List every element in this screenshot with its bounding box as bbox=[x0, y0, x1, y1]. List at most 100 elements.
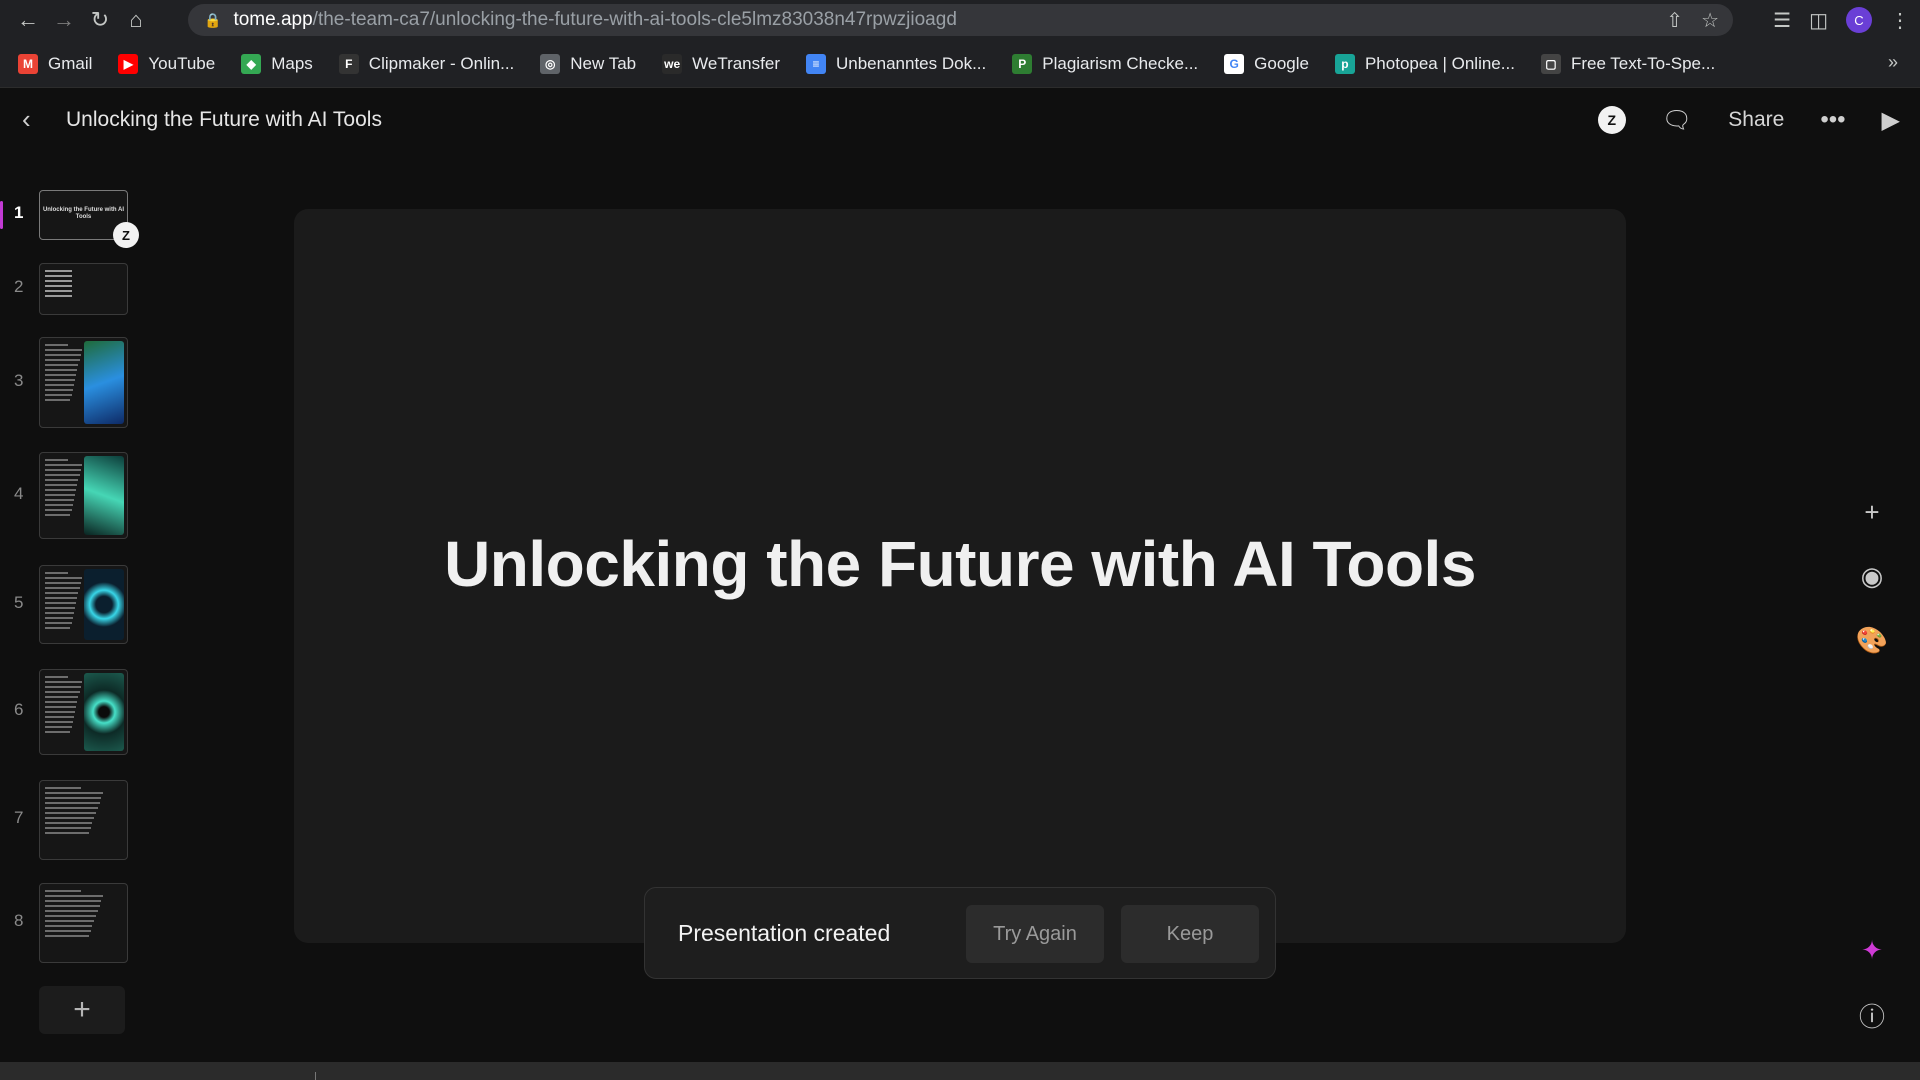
lock-icon: 🔒 bbox=[204, 11, 222, 28]
bookmarks-bar: M Gmail ▶ YouTube ◆ Maps F Clipmaker - Onlin...… bbox=[0, 40, 1920, 88]
gmail-icon: M bbox=[18, 53, 38, 74]
slide-number: 7 bbox=[14, 808, 24, 827]
collaborator-avatar[interactable]: Z bbox=[1597, 106, 1626, 134]
bookmark-label: Google bbox=[1254, 53, 1309, 73]
bookmark-label: Photopea | Online... bbox=[1364, 53, 1515, 73]
presentation-toast: Presentation created Try Again Keep bbox=[644, 887, 1276, 979]
bookmark-item[interactable]: P Plagiarism Checke... bbox=[1012, 53, 1199, 74]
bookmark-item[interactable]: p Photopea | Online... bbox=[1334, 53, 1515, 74]
document-title[interactable]: Unlocking the Future with AI Tools bbox=[66, 108, 382, 132]
forward-arrow-icon[interactable]: → bbox=[46, 2, 82, 38]
profile-avatar[interactable]: C bbox=[1846, 7, 1872, 33]
bookmark-label: Gmail bbox=[48, 53, 93, 73]
bookmark-label: Plagiarism Checke... bbox=[1042, 53, 1199, 73]
globe-icon: ◎ bbox=[540, 53, 561, 74]
bookmark-item[interactable]: ▢ Free Text-To-Spe... bbox=[1540, 53, 1716, 74]
slide-thumbnail[interactable] bbox=[39, 565, 128, 644]
google-icon: G bbox=[1224, 53, 1245, 74]
record-icon[interactable]: ◉ bbox=[1857, 561, 1887, 591]
share-button[interactable]: Share bbox=[1728, 108, 1784, 132]
add-slide-button[interactable]: + bbox=[39, 986, 125, 1034]
address-bar[interactable]: 🔒 tome.app/the-team-ca7/unlocking-the-fu… bbox=[188, 4, 1733, 36]
active-slide-indicator bbox=[0, 201, 3, 229]
wetransfer-icon: we bbox=[662, 53, 683, 74]
share-page-icon[interactable]: ⇧ bbox=[1666, 8, 1683, 33]
side-panel-icon[interactable]: ◫ bbox=[1809, 8, 1828, 33]
bookmark-label: Unbenanntes Dok... bbox=[835, 53, 987, 73]
thumbnail-image bbox=[84, 673, 124, 751]
bookmark-label: Clipmaker - Onlin... bbox=[368, 53, 515, 73]
slide-thumbnail[interactable] bbox=[39, 669, 128, 755]
thumbnail-image bbox=[84, 569, 124, 640]
thumbnail-text-lines bbox=[45, 572, 83, 632]
bookmark-item[interactable]: ▶ YouTube bbox=[118, 53, 216, 74]
url-host: tome.app bbox=[233, 9, 313, 30]
try-again-button[interactable]: Try Again bbox=[966, 905, 1104, 963]
slide-number: 1 bbox=[14, 203, 24, 222]
bookmark-star-icon[interactable]: ☆ bbox=[1701, 8, 1719, 33]
status-bar bbox=[0, 1062, 1920, 1080]
reload-icon[interactable]: ↻ bbox=[82, 2, 118, 38]
slide-thumbnail[interactable] bbox=[39, 780, 128, 860]
browser-toolbar: ← → ↻ ⌂ 🔒 tome.app/the-team-ca7/unlockin… bbox=[0, 0, 1920, 40]
toast-message: Presentation created bbox=[678, 920, 891, 946]
slide-thumbnail[interactable] bbox=[39, 337, 128, 428]
extensions-icon[interactable]: ☰ bbox=[1773, 8, 1791, 33]
bookmark-item[interactable]: G Google bbox=[1224, 53, 1309, 74]
thumbnail-text-lines bbox=[45, 787, 105, 837]
slide-thumbnail[interactable] bbox=[39, 883, 128, 963]
thumbnail-text-lines bbox=[45, 890, 105, 940]
bookmark-item[interactable]: ≡ Unbenanntes Dok... bbox=[805, 53, 987, 74]
maps-icon: ◆ bbox=[241, 53, 262, 74]
slide-number: 3 bbox=[14, 370, 24, 390]
back-chevron-icon[interactable]: ‹ bbox=[22, 106, 48, 132]
comment-icon[interactable]: 🗨 bbox=[1662, 106, 1692, 135]
tts-icon: ▢ bbox=[1540, 53, 1561, 74]
thumbnail-image bbox=[84, 456, 124, 535]
back-arrow-icon[interactable]: ← bbox=[10, 2, 46, 38]
bookmark-item[interactable]: M Gmail bbox=[18, 53, 93, 74]
slide-heading[interactable]: Unlocking the Future with AI Tools bbox=[294, 527, 1626, 601]
bookmark-label: Free Text-To-Spe... bbox=[1570, 53, 1716, 73]
thumbnail-text-lines bbox=[45, 459, 83, 519]
app-header: ‹ Unlocking the Future with AI Tools Z 🗨… bbox=[0, 88, 1920, 152]
slide-number: 4 bbox=[14, 483, 24, 503]
slide-number: 5 bbox=[14, 592, 24, 612]
play-icon[interactable]: ▶ bbox=[1882, 106, 1900, 135]
status-divider bbox=[315, 1072, 316, 1080]
add-icon[interactable]: + bbox=[1857, 497, 1887, 527]
slide-collaborator-avatar: Z bbox=[113, 222, 139, 248]
keep-button[interactable]: Keep bbox=[1121, 905, 1259, 963]
thumbnail-text-lines bbox=[45, 270, 83, 300]
slide-thumbnail[interactable] bbox=[39, 452, 128, 539]
thumbnail-text-lines bbox=[45, 344, 83, 404]
bookmark-label: YouTube bbox=[148, 53, 216, 73]
help-icon[interactable]: ⓘ bbox=[1857, 1000, 1887, 1032]
clipmaker-icon: F bbox=[338, 53, 359, 74]
slide-number: 8 bbox=[14, 911, 24, 930]
slide-number: 2 bbox=[14, 277, 24, 296]
bookmark-item[interactable]: ◆ Maps bbox=[241, 53, 313, 74]
bookmark-item[interactable]: F Clipmaker - Onlin... bbox=[338, 53, 515, 74]
slide-canvas[interactable]: Unlocking the Future with AI Tools bbox=[294, 209, 1626, 943]
bookmarks-overflow-icon[interactable]: » bbox=[1888, 52, 1898, 73]
bookmark-label: New Tab bbox=[570, 53, 637, 73]
bookmark-item[interactable]: we WeTransfer bbox=[662, 53, 780, 74]
google-docs-icon: ≡ bbox=[805, 53, 826, 74]
palette-icon[interactable]: 🎨 bbox=[1856, 625, 1888, 655]
thumbnail-image bbox=[84, 341, 124, 424]
youtube-icon: ▶ bbox=[118, 53, 139, 74]
home-icon[interactable]: ⌂ bbox=[118, 2, 154, 38]
slide-thumbnail[interactable] bbox=[39, 263, 128, 315]
slide-number: 6 bbox=[14, 700, 24, 719]
thumbnail-title: Unlocking the Future with AI Tools bbox=[42, 207, 125, 220]
browser-menu-icon[interactable]: ⋮ bbox=[1890, 8, 1910, 33]
bookmark-item[interactable]: ◎ New Tab bbox=[540, 53, 637, 74]
bookmark-label: WeTransfer bbox=[692, 53, 780, 73]
bookmark-label: Maps bbox=[271, 53, 313, 73]
plagiarism-icon: P bbox=[1012, 53, 1033, 74]
ai-sparkle-icon[interactable]: ✦ bbox=[1857, 935, 1887, 965]
thumbnail-text-lines bbox=[45, 676, 83, 736]
photopea-icon: p bbox=[1334, 53, 1355, 74]
more-options-icon[interactable]: ••• bbox=[1820, 106, 1845, 134]
